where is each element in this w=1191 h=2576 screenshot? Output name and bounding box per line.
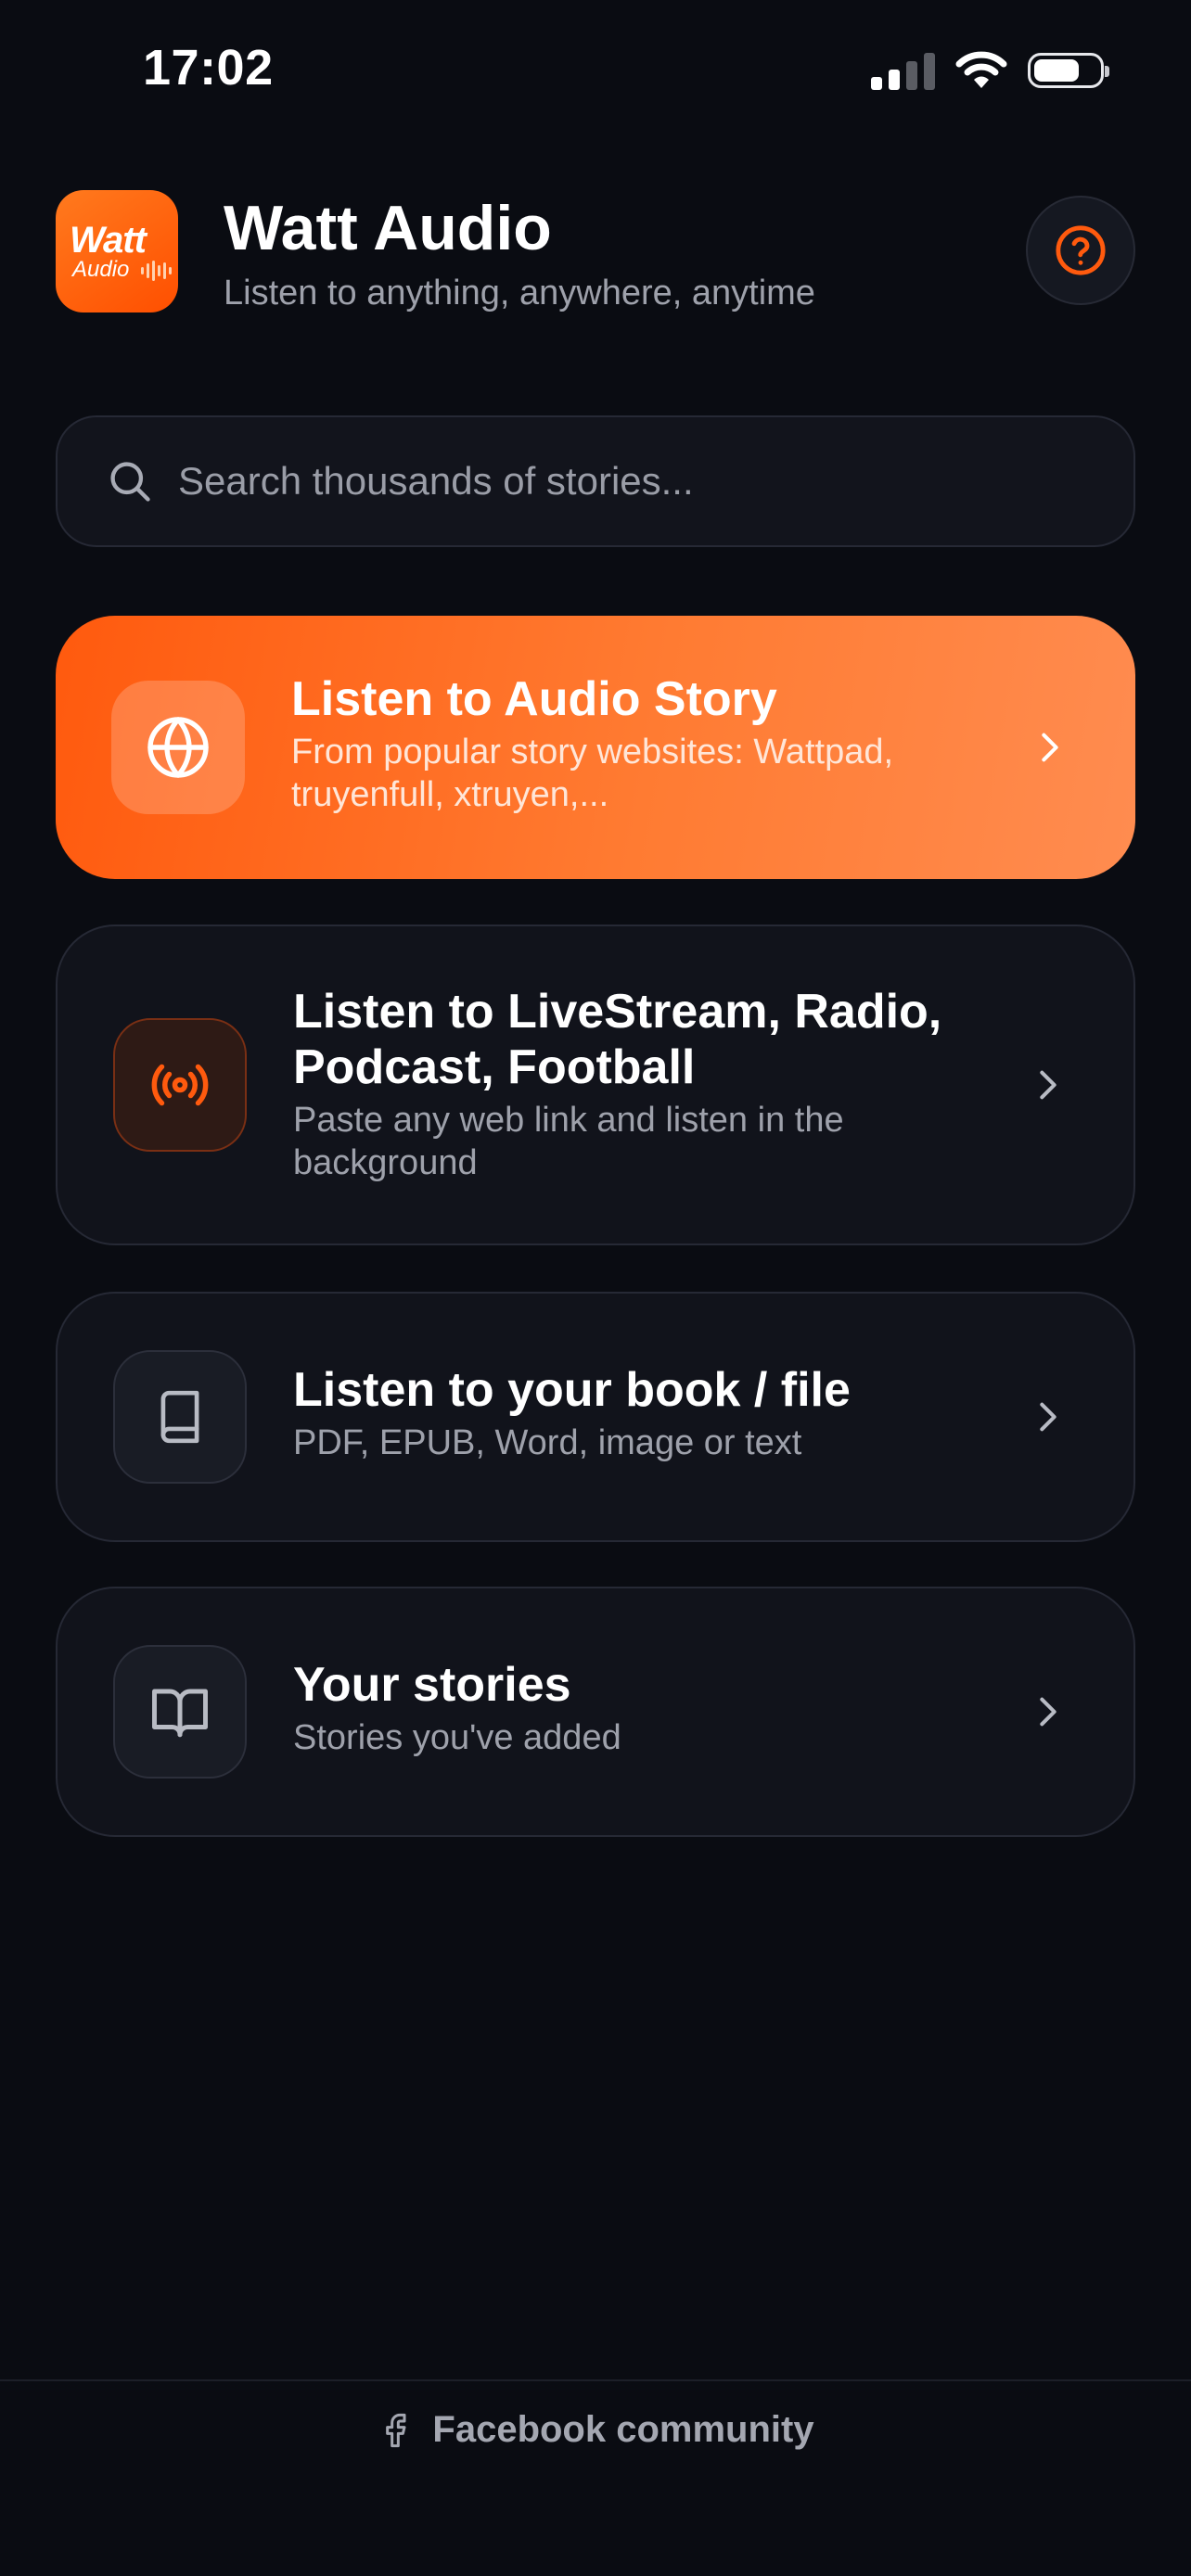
- card-title: Your stories: [293, 1658, 571, 1712]
- audio-story-text: Listen to Audio Story From popular story…: [291, 671, 1015, 816]
- footer-divider: [0, 2379, 1191, 2381]
- app-subtitle: Listen to anything, anywhere, anytime: [224, 274, 815, 312]
- open-book-icon: [152, 1689, 208, 1738]
- globe-icon: [147, 717, 209, 778]
- help-button[interactable]: [1026, 196, 1135, 305]
- card-title: Listen to LiveStream, Radio, Podcast, Fo…: [293, 985, 942, 1094]
- livestream-text: Listen to LiveStream, Radio, Podcast, Fo…: [293, 984, 1013, 1184]
- your-stories-text: Your stories Stories you've added: [293, 1657, 1013, 1759]
- facebook-icon: [386, 2413, 406, 2447]
- logo-waveform: [141, 261, 172, 281]
- cellular-signal-icon: [871, 51, 935, 90]
- facebook-community-link[interactable]: Facebook community: [0, 2409, 1191, 2451]
- wifi-icon: [955, 51, 1007, 88]
- book-icon: [160, 1390, 199, 1444]
- book-file-card[interactable]: Listen to your book / file PDF, EPUB, Wo…: [56, 1292, 1135, 1542]
- card-description: Paste any web link and listen in the bac…: [293, 1101, 844, 1182]
- search-input[interactable]: [176, 458, 1015, 504]
- status-icons: [871, 48, 1109, 93]
- livestream-card[interactable]: Listen to LiveStream, Radio, Podcast, Fo…: [56, 925, 1135, 1245]
- chevron-right-icon: [1040, 1070, 1057, 1100]
- livestream-icon-tile: [113, 1018, 247, 1152]
- app-logo: Watt Audio: [56, 190, 178, 312]
- broadcast-icon: [151, 1064, 209, 1106]
- your-stories-card[interactable]: Your stories Stories you've added: [56, 1587, 1135, 1837]
- logo-text-top: Watt: [70, 220, 147, 261]
- your-stories-icon-tile: [113, 1645, 247, 1779]
- search-box[interactable]: [56, 415, 1135, 547]
- app-title: Watt Audio: [224, 193, 552, 263]
- logo-text-bottom: Audio: [72, 257, 130, 282]
- card-description: PDF, EPUB, Word, image or text: [293, 1423, 802, 1462]
- chevron-right-icon: [1042, 733, 1058, 762]
- audio-story-icon-tile: [111, 681, 245, 814]
- status-bar: 17:02: [0, 0, 1191, 139]
- card-title: Listen to your book / file: [293, 1363, 851, 1417]
- audio-story-card[interactable]: Listen to Audio Story From popular story…: [56, 616, 1135, 879]
- card-title: Listen to Audio Story: [291, 672, 777, 726]
- book-file-text: Listen to your book / file PDF, EPUB, Wo…: [293, 1362, 1013, 1464]
- card-description: From popular story websites: Wattpad, tr…: [291, 733, 894, 814]
- question-circle-icon: [1056, 225, 1106, 275]
- search-icon: [110, 462, 150, 502]
- card-description: Stories you've added: [293, 1718, 621, 1757]
- battery-icon: [1028, 53, 1109, 88]
- chevron-right-icon: [1040, 1402, 1057, 1432]
- chevron-right-icon: [1040, 1697, 1057, 1727]
- status-time: 17:02: [143, 40, 274, 96]
- book-file-icon-tile: [113, 1350, 247, 1484]
- app-header: Watt Audio Watt Audio Listen to anything…: [56, 190, 1135, 312]
- facebook-community-label: Facebook community: [432, 2409, 814, 2450]
